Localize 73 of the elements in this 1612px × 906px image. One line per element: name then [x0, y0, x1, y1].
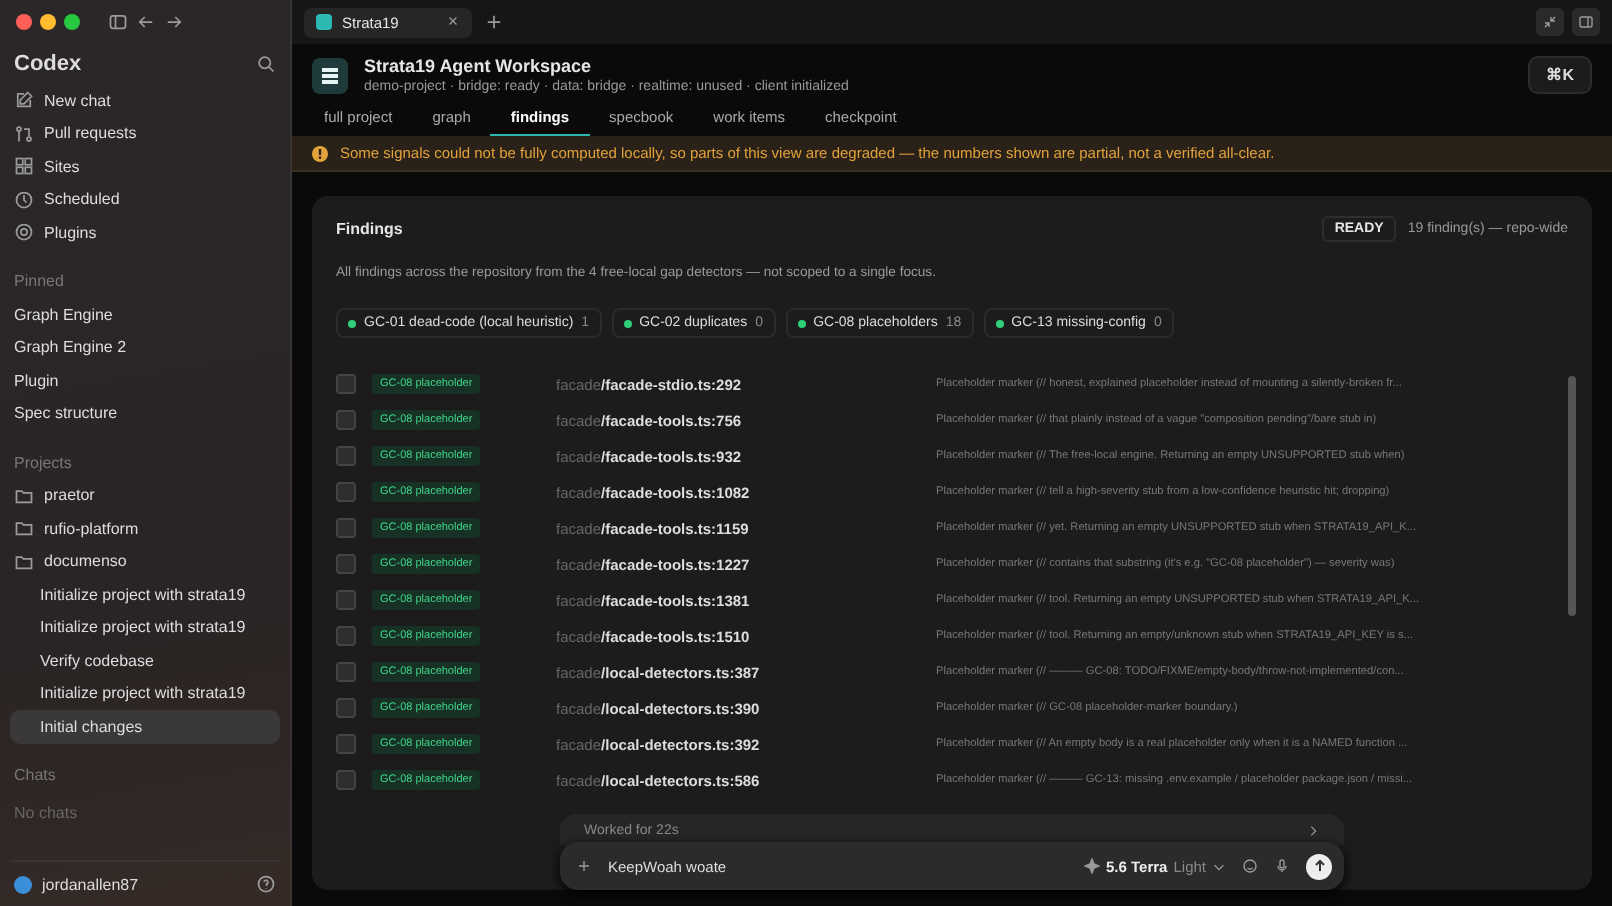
search-icon [256, 54, 276, 74]
smiley-icon [1242, 858, 1258, 874]
user-name[interactable]: jordanallen87 [42, 875, 139, 893]
chat-item[interactable]: Initialize project with strata19 [10, 677, 280, 710]
row-checkbox[interactable] [336, 662, 356, 682]
nav-item[interactable]: Plugins [10, 216, 280, 249]
sparkle-icon [1084, 858, 1101, 874]
chat-item[interactable]: Initialize project with strata19 [10, 611, 280, 644]
row-checkbox[interactable] [336, 482, 356, 502]
back-icon [136, 12, 156, 32]
collapse-button[interactable] [1536, 8, 1564, 36]
row-checkbox[interactable] [336, 410, 356, 430]
nav-item[interactable]: Sites [10, 150, 280, 183]
minimize-icon[interactable] [40, 14, 56, 30]
plus-icon [484, 12, 504, 32]
chevron-icon [1306, 823, 1320, 837]
card-title: Findings [336, 220, 403, 238]
section-heading: Pinned [12, 270, 66, 295]
section-heading: Projects [12, 451, 74, 476]
folder-icon [14, 485, 34, 506]
plugin-icon [14, 222, 34, 243]
row-checkbox[interactable] [336, 698, 356, 718]
collapse-icon [1542, 14, 1558, 30]
arrow-up-icon [1311, 858, 1327, 874]
row-checkbox[interactable] [336, 374, 356, 394]
folder-icon [14, 551, 34, 572]
nav-item[interactable]: Pull requests [10, 117, 280, 150]
scrollbar[interactable] [1568, 376, 1576, 616]
grid-icon [14, 156, 34, 177]
row-checkbox[interactable] [336, 518, 356, 538]
chevron-down-icon [1212, 859, 1226, 873]
close-icon [446, 13, 460, 27]
section-heading: Chats [12, 764, 58, 789]
edit-icon [14, 90, 34, 111]
pinned-item[interactable]: Spec structure [10, 397, 280, 430]
workspace-title: Strata19 Agent Workspace [364, 56, 594, 76]
row-checkbox[interactable] [336, 734, 356, 754]
branch-icon [14, 123, 34, 144]
nav-item[interactable]: New chat [10, 84, 280, 117]
row-checkbox[interactable] [336, 770, 356, 790]
chat-item[interactable]: Verify codebase [10, 644, 280, 677]
warning-icon [312, 145, 328, 161]
app-logo-icon [316, 14, 332, 30]
project-item[interactable]: documenso [10, 545, 280, 578]
forward-icon [164, 12, 184, 32]
maximize-icon[interactable] [64, 14, 80, 30]
pinned-item[interactable]: Graph Engine [10, 298, 280, 331]
clock-icon [14, 189, 34, 210]
mic-icon [1274, 858, 1290, 874]
pinned-item[interactable]: Plugin [10, 364, 280, 397]
sidebar-toggle-icon [108, 12, 128, 32]
chat-item[interactable]: Initialize project with strata19 [10, 578, 280, 611]
panel-icon [1578, 14, 1594, 30]
plus-icon [576, 858, 592, 874]
project-item[interactable]: praetor [10, 479, 280, 512]
app-logo-icon [312, 57, 348, 93]
close-icon[interactable] [16, 14, 32, 30]
row-checkbox[interactable] [336, 554, 356, 574]
project-item[interactable]: rufio-platform [10, 512, 280, 545]
avatar-icon [14, 875, 32, 893]
empty-text: No chats [12, 802, 80, 826]
nav-item[interactable]: Scheduled [10, 183, 280, 216]
row-checkbox[interactable] [336, 446, 356, 466]
app-name[interactable]: Codex [14, 52, 82, 76]
folder-icon [14, 518, 34, 539]
send-button[interactable] [1306, 853, 1332, 879]
row-checkbox[interactable] [336, 626, 356, 646]
pinned-item[interactable]: Graph Engine 2 [10, 331, 280, 364]
chat-item[interactable]: Initial changes [10, 710, 280, 743]
command-button[interactable]: ⌘K [1528, 56, 1592, 94]
panel-button[interactable] [1572, 8, 1600, 36]
row-checkbox[interactable] [336, 590, 356, 610]
help-icon [256, 874, 276, 894]
